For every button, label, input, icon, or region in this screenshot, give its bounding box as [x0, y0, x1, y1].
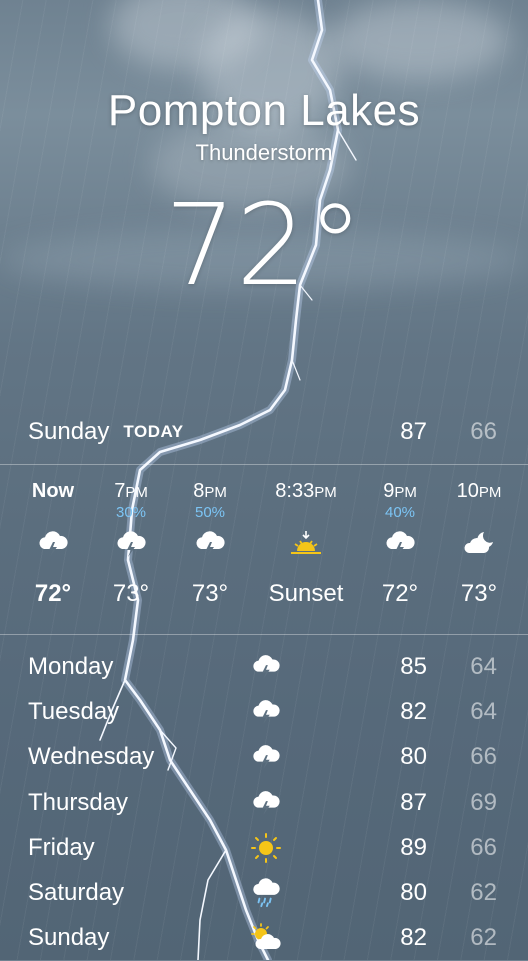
- sunset-icon: [256, 524, 356, 564]
- precip-chance: [256, 504, 356, 524]
- day-name: Monday: [28, 652, 114, 680]
- daily-row: Tuesday 82 64: [28, 689, 500, 734]
- condition-text: Thunderstorm: [195, 140, 333, 165]
- hourly-item: 7PM 30% 73°: [92, 478, 170, 608]
- day-low: 66: [470, 743, 497, 771]
- day-high: 80: [400, 879, 427, 907]
- hourly-item: Now 72°: [14, 478, 92, 608]
- hourly-item: 8PM 50% 73°: [171, 478, 249, 608]
- divider-bottom: [0, 634, 528, 635]
- precip-chance: [440, 504, 518, 524]
- today-day-label: Sunday: [28, 418, 110, 445]
- current-temperature: 72°: [164, 181, 364, 311]
- current-weather-header: Pompton Lakes Thunderstorm 72°: [0, 86, 528, 302]
- daily-row: Thursday 87 69: [28, 780, 500, 825]
- day-high: 82: [400, 697, 427, 725]
- hour-ampm: PM: [314, 484, 337, 501]
- hour-temp: 72°: [381, 580, 419, 607]
- hour-ampm: PM: [394, 484, 417, 501]
- day-low: 66: [470, 833, 497, 861]
- hour-label: 10: [456, 480, 479, 502]
- day-name: Tuesday: [28, 697, 120, 725]
- hour-ampm: PM: [478, 484, 502, 501]
- hour-label: 8: [193, 480, 205, 502]
- day-low: 62: [470, 879, 497, 907]
- hour-ampm: PM: [125, 484, 148, 501]
- city-name: Pompton Lakes: [107, 86, 421, 135]
- daily-row: Wednesday 80 66: [28, 735, 500, 780]
- today-high: 87: [400, 418, 427, 445]
- thunderstorm-icon: [246, 695, 286, 729]
- hour-temp: 72°: [34, 580, 72, 607]
- hourly-forecast[interactable]: Now 72° 7PM 30% 73° 8PM 50% 73° 8:33PM S…: [0, 478, 528, 628]
- hourly-item: 8:33PM Sunset: [256, 478, 356, 608]
- partly-sunny-icon: [246, 921, 286, 955]
- hourly-item: 10PM 73°: [440, 478, 518, 608]
- today-tag: TODAY: [123, 422, 184, 441]
- today-summary-row: Sunday TODAY 87 66: [28, 414, 500, 450]
- thunderstorm-icon: [14, 524, 92, 564]
- precip-chance: 40%: [384, 504, 416, 521]
- thunderstorm-icon: [361, 524, 439, 564]
- day-high: 89: [400, 833, 427, 861]
- hour-temp: 73°: [112, 580, 150, 607]
- day-low: 64: [470, 652, 497, 680]
- today-low: 66: [470, 418, 497, 445]
- day-name: Friday: [28, 833, 95, 861]
- day-low: 64: [470, 697, 497, 725]
- hour-label: 9: [383, 480, 395, 502]
- hour-label: 8:33: [275, 480, 315, 502]
- hourly-item: 9PM 40% 72°: [361, 478, 439, 608]
- sun-icon: [246, 831, 286, 865]
- day-name: Thursday: [28, 788, 129, 816]
- partly-cloudy-night-icon: [440, 524, 518, 564]
- day-name: Saturday: [28, 879, 125, 907]
- day-low: 69: [470, 788, 497, 816]
- daily-row: Sunday 82 62: [28, 916, 500, 961]
- rain-icon: [246, 876, 286, 910]
- thunderstorm-icon: [246, 740, 286, 774]
- thunderstorm-icon: [246, 786, 286, 820]
- daily-forecast-list[interactable]: Monday 85 64 Tuesday 82 64 Wednesday 80 …: [28, 644, 500, 961]
- daily-row: Monday 85 64: [28, 644, 500, 689]
- precip-chance: 50%: [194, 504, 226, 521]
- day-name: Wednesday: [28, 743, 155, 771]
- hour-ampm: PM: [204, 484, 227, 501]
- day-low: 62: [470, 924, 497, 952]
- daily-row: Saturday 80 62: [28, 870, 500, 915]
- day-high: 87: [400, 788, 427, 816]
- precip-chance: [14, 504, 92, 524]
- day-high: 80: [400, 743, 427, 771]
- day-high: 85: [400, 652, 427, 680]
- precip-chance: 30%: [115, 504, 147, 521]
- hour-temp: 73°: [191, 580, 229, 607]
- divider-top: [0, 464, 528, 465]
- hour-label: 7: [114, 480, 126, 502]
- day-name: Sunday: [28, 924, 110, 952]
- thunderstorm-icon: [246, 650, 286, 684]
- day-high: 82: [400, 924, 427, 952]
- hour-temp: Sunset: [268, 580, 344, 607]
- thunderstorm-icon: [92, 524, 170, 564]
- thunderstorm-icon: [171, 524, 249, 564]
- hour-temp: 73°: [460, 580, 498, 607]
- hour-label: Now: [31, 480, 75, 502]
- daily-row: Friday 89 66: [28, 825, 500, 870]
